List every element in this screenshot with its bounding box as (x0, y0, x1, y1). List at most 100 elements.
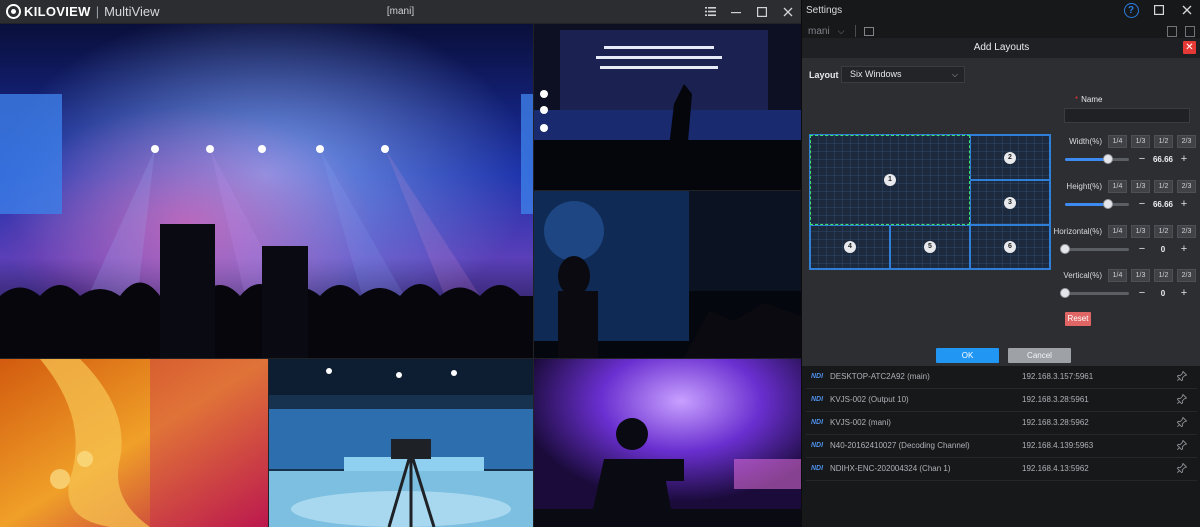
multiview-window: KILOVIEW | MultiView [mani] (0, 0, 801, 527)
name-input[interactable] (1064, 108, 1190, 123)
fraction-button[interactable]: 1/2 (1154, 269, 1173, 282)
fraction-button[interactable]: 1/3 (1131, 225, 1150, 238)
help-icon: ? (1123, 2, 1139, 18)
fraction-button[interactable]: 1/3 (1131, 269, 1150, 282)
fraction-button[interactable]: 2/3 (1177, 225, 1196, 238)
slider-handle[interactable] (1102, 154, 1113, 164)
param-value[interactable]: 0 (1148, 245, 1178, 254)
plus-icon[interactable]: + (1178, 153, 1190, 166)
window-icon[interactable] (863, 26, 874, 36)
layout-select-value: Six Windows (850, 69, 902, 79)
fraction-button[interactable]: 1/2 (1154, 225, 1173, 238)
fraction-button[interactable]: 1/3 (1131, 135, 1150, 148)
multiview-titlebar[interactable]: KILOVIEW | MultiView [mani] (0, 0, 801, 23)
toolbar-right-icons (1167, 26, 1195, 37)
settings-titlebar[interactable]: Settings ? (802, 0, 1200, 20)
pin-icon[interactable] (1177, 394, 1187, 404)
maximize-icon[interactable] (749, 0, 775, 23)
import-icon[interactable] (1185, 26, 1195, 37)
layout-cell-5[interactable]: 5 (890, 225, 970, 269)
minus-icon[interactable]: − (1136, 287, 1148, 300)
param-stepper: −66.66 + (1136, 198, 1190, 211)
plus-icon[interactable]: + (1178, 243, 1190, 256)
video-tile-6[interactable] (534, 359, 801, 527)
plus-icon[interactable]: + (1178, 287, 1190, 300)
param-label: Width(%) (1069, 137, 1102, 146)
fraction-button[interactable]: 2/3 (1177, 135, 1196, 148)
fraction-button[interactable]: 1/4 (1108, 269, 1127, 282)
source-row[interactable]: NDI KVJS-002 (Output 10) 192.168.3.28:59… (806, 389, 1197, 412)
device-selector[interactable]: mani (802, 26, 830, 37)
param-stepper: −66.66 + (1136, 153, 1190, 166)
source-ip: 192.168.4.139:5963 (1022, 441, 1094, 450)
slider-handle[interactable] (1102, 199, 1113, 209)
minus-icon[interactable]: − (1136, 243, 1148, 256)
layout-cell-2[interactable]: 2 (970, 135, 1050, 180)
help-button[interactable]: ? (1117, 0, 1145, 20)
param-slider[interactable] (1065, 154, 1129, 164)
window-controls (697, 0, 801, 23)
param-slider[interactable] (1060, 288, 1129, 298)
pin-icon[interactable] (1177, 463, 1187, 473)
param-label: Vertical(%) (1063, 271, 1102, 280)
export-icon[interactable] (1167, 26, 1177, 37)
settings-window: Settings ? mani ⌵ Add Layouts ✕ Layout S… (801, 0, 1200, 527)
ok-button[interactable]: OK (936, 348, 999, 363)
ndi-tag: NDI (811, 396, 824, 403)
layout-cell-1[interactable]: 1 (810, 135, 970, 225)
layout-cell-4[interactable]: 4 (810, 225, 890, 269)
list-icon[interactable] (697, 0, 723, 23)
minus-icon[interactable]: − (1136, 198, 1148, 211)
pin-icon[interactable] (1177, 417, 1187, 427)
settings-maximize-icon[interactable] (1145, 0, 1173, 20)
layout-cell-3[interactable]: 3 (970, 180, 1050, 225)
source-row[interactable]: NDI KVJS-002 (mani) 192.168.3.28:5962 (806, 412, 1197, 435)
param-value[interactable]: 66.66 (1148, 155, 1178, 164)
pin-icon[interactable] (1177, 440, 1187, 450)
reset-button[interactable]: Reset (1065, 312, 1091, 326)
settings-close-icon[interactable] (1173, 0, 1200, 20)
cancel-button[interactable]: Cancel (1008, 348, 1071, 363)
pin-icon[interactable] (1177, 371, 1187, 381)
layout-select[interactable]: Six Windows ⌵ (841, 66, 965, 83)
layout-cell-6[interactable]: 6 (970, 225, 1050, 269)
saxophone-image (0, 359, 268, 527)
source-row[interactable]: NDI DESKTOP-ATC2A92 (main) 192.168.3.157… (806, 366, 1197, 389)
minimize-icon[interactable] (723, 0, 749, 23)
fraction-button[interactable]: 1/4 (1108, 180, 1127, 193)
param-slider[interactable] (1065, 199, 1129, 209)
video-tile-2[interactable] (534, 24, 801, 190)
param-value[interactable]: 66.66 (1148, 200, 1178, 209)
fraction-button[interactable]: 1/2 (1154, 180, 1173, 193)
source-ip: 192.168.3.157:5961 (1022, 372, 1094, 381)
param-value[interactable]: 0 (1148, 289, 1178, 298)
fraction-button[interactable]: 2/3 (1177, 180, 1196, 193)
settings-title: Settings (806, 4, 843, 16)
fraction-button[interactable]: 1/3 (1131, 180, 1150, 193)
source-row[interactable]: NDI N40-20162410027 (Decoding Channel) 1… (806, 435, 1197, 458)
source-row[interactable]: NDI NDIHX-ENC-202004324 (Chan 1) 192.168… (806, 458, 1197, 481)
video-tile-1[interactable] (0, 24, 533, 358)
camera-operator-image (534, 359, 801, 527)
kiloview-logo: KILOVIEW | MultiView (0, 0, 159, 23)
layout-canvas[interactable]: 1 2 3 4 5 6 (809, 134, 1051, 270)
minus-icon[interactable]: − (1136, 153, 1148, 166)
chevron-down-icon[interactable]: ⌵ (838, 26, 845, 37)
video-tile-3[interactable] (534, 191, 801, 358)
cell-number: 6 (1004, 241, 1016, 253)
plus-icon[interactable]: + (1178, 198, 1190, 211)
video-tile-5[interactable] (269, 359, 533, 527)
brand-separator: | (95, 4, 100, 19)
source-name: KVJS-002 (mani) (830, 418, 891, 427)
fraction-button[interactable]: 1/2 (1154, 135, 1173, 148)
fraction-button[interactable]: 2/3 (1177, 269, 1196, 282)
video-tile-4[interactable] (0, 359, 268, 527)
slider-handle[interactable] (1060, 244, 1070, 254)
param-slider[interactable] (1060, 244, 1129, 254)
fraction-button[interactable]: 1/4 (1108, 135, 1127, 148)
close-icon[interactable] (775, 0, 801, 23)
slider-handle[interactable] (1060, 288, 1070, 298)
fraction-button[interactable]: 1/4 (1108, 225, 1127, 238)
dialog-close-icon[interactable]: ✕ (1183, 41, 1196, 54)
layout-label: Layout (809, 70, 839, 80)
